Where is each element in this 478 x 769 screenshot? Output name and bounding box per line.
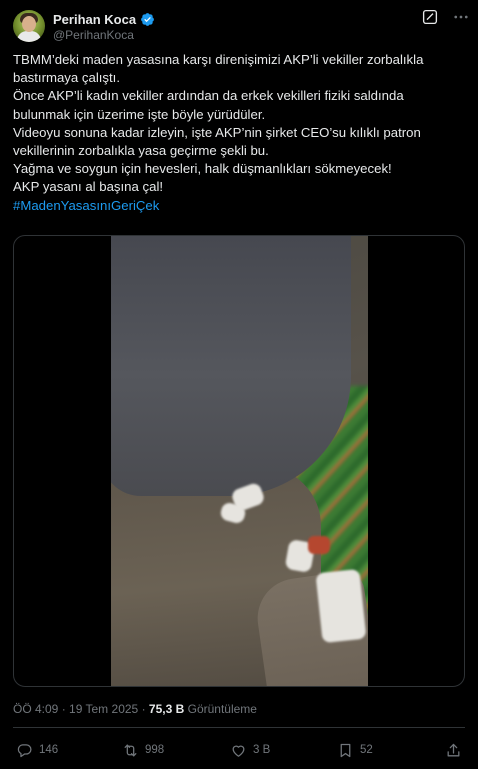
- reply-button[interactable]: 146: [16, 738, 58, 762]
- grok-icon[interactable]: [421, 8, 439, 26]
- action-bar: 146 998 3 B 52: [0, 738, 478, 762]
- tweet-text-line: AKP yasanı al başına çal!: [13, 179, 164, 195]
- tweet-time[interactable]: ÖÖ 4:09: [13, 702, 58, 716]
- reply-count: 146: [39, 744, 59, 756]
- tweet-text-line: bulunmak için üzerime işte böyle yürüdül…: [13, 106, 266, 122]
- retweet-icon: [124, 744, 137, 756]
- tweet-text-line: vekillerinin zorbalıkla yasa geçirme şek…: [13, 143, 269, 159]
- avatar[interactable]: [13, 10, 45, 42]
- more-options-icon[interactable]: [452, 8, 470, 26]
- views-count: 75,3 B: [148, 702, 185, 716]
- bookmark-button[interactable]: 52: [337, 738, 373, 762]
- share-icon: [447, 743, 460, 756]
- tweet-text-line: TBMM’deki maden yasasına karşı direnişim…: [13, 52, 424, 67]
- tweet-meta: ÖÖ 4:09 · 19 Tem 2025 · 75,3 B Görüntüle…: [13, 702, 257, 716]
- bookmark-icon: [340, 743, 351, 757]
- hashtag-link[interactable]: #MadenYasasınıGeriÇek: [13, 197, 465, 215]
- like-count: 3 B: [253, 744, 271, 756]
- video-player[interactable]: [13, 235, 465, 687]
- tweet-header: Perihan Koca @PerihanKoca: [0, 0, 478, 52]
- tweet-text-line: Yağma ve soygun için hevesleri, halk düş…: [13, 161, 392, 177]
- video-frame[interactable]: [111, 236, 368, 686]
- share-button[interactable]: [445, 738, 462, 762]
- tweet-text-line: bastırmaya çalıştı.: [13, 70, 121, 86]
- tweet-text-line: Videoyu sonuna kadar izleyin, işte AKP’n…: [13, 124, 421, 140]
- tweet-date[interactable]: 19 Tem 2025: [69, 702, 138, 716]
- divider: [13, 727, 465, 728]
- author-name-row: Perihan Koca: [53, 11, 155, 27]
- author-name[interactable]: Perihan Koca: [53, 12, 136, 27]
- like-icon: [232, 745, 245, 757]
- verified-badge-icon: [141, 12, 154, 26]
- meta-separator: ·: [61, 702, 66, 716]
- retweet-button[interactable]: 998: [122, 738, 164, 762]
- retweet-count: 998: [145, 744, 165, 756]
- views-label: Görüntüleme: [187, 702, 257, 716]
- bookmark-count: 52: [360, 744, 373, 756]
- meta-separator: ·: [141, 702, 146, 716]
- like-button[interactable]: 3 B: [230, 738, 270, 762]
- reply-icon: [17, 743, 32, 757]
- author-handle[interactable]: @PerihanKoca: [53, 28, 134, 42]
- tweet-text: TBMM’deki maden yasasına karşı direnişim…: [13, 51, 465, 215]
- tweet-text-line: Önce AKP’li kadın vekiller ardından da e…: [13, 88, 404, 104]
